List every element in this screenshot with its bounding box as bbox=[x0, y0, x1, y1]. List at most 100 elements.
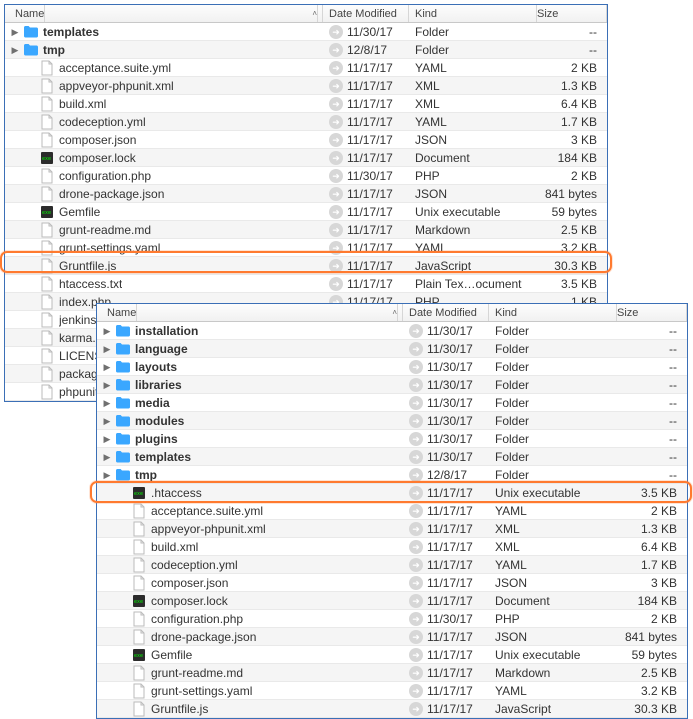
file-row[interactable]: codeception.yml➜11/17/17YAML1.7 KB bbox=[5, 113, 607, 131]
file-row[interactable]: ▶layouts➜11/30/17Folder-- bbox=[97, 358, 687, 376]
name-cell: configuration.php bbox=[5, 167, 323, 185]
file-row[interactable]: grunt-settings.yaml➜11/17/17YAML3.2 KB bbox=[5, 239, 607, 257]
file-icon bbox=[39, 276, 55, 292]
size-cell: 1.3 KB bbox=[537, 77, 607, 95]
date-text: 11/17/17 bbox=[347, 131, 393, 149]
file-row[interactable]: configuration.php➜11/30/17PHP2 KB bbox=[5, 167, 607, 185]
file-row[interactable]: ▶libraries➜11/30/17Folder-- bbox=[97, 376, 687, 394]
column-header-kind[interactable]: Kind bbox=[409, 5, 537, 22]
folder-icon bbox=[115, 449, 131, 465]
file-name: composer.lock bbox=[59, 149, 136, 167]
file-row[interactable]: build.xml➜11/17/17XML6.4 KB bbox=[97, 538, 687, 556]
file-name: Gemfile bbox=[151, 646, 192, 664]
kind-cell: Folder bbox=[489, 340, 617, 358]
size-cell: 841 bytes bbox=[537, 185, 607, 203]
file-row[interactable]: configuration.php➜11/30/17PHP2 KB bbox=[97, 610, 687, 628]
size-cell: -- bbox=[617, 394, 687, 412]
file-panel-bottom: Name ˄ Date Modified Kind Size ▶installa… bbox=[96, 303, 688, 719]
kind-cell: Document bbox=[409, 149, 537, 167]
disclosure-triangle-icon[interactable]: ▶ bbox=[5, 41, 23, 59]
column-header-date[interactable]: Date Modified bbox=[403, 304, 489, 321]
sync-arrow-icon: ➜ bbox=[409, 684, 423, 698]
file-row[interactable]: grunt-readme.md➜11/17/17Markdown2.5 KB bbox=[97, 664, 687, 682]
file-row[interactable]: ▶tmp➜12/8/17Folder-- bbox=[97, 466, 687, 484]
sync-arrow-icon: ➜ bbox=[409, 666, 423, 680]
name-cell: acceptance.suite.yml bbox=[97, 502, 403, 520]
file-name: language bbox=[135, 340, 188, 358]
kind-cell: Unix executable bbox=[489, 646, 617, 664]
file-row[interactable]: codeception.yml➜11/17/17YAML1.7 KB bbox=[97, 556, 687, 574]
file-row[interactable]: appveyor-phpunit.xml➜11/17/17XML1.3 KB bbox=[5, 77, 607, 95]
column-header-kind[interactable]: Kind bbox=[489, 304, 617, 321]
disclosure-triangle-icon[interactable]: ▶ bbox=[97, 448, 115, 466]
file-row[interactable]: exe.htaccess➜11/17/17Unix executable3.5 … bbox=[97, 484, 687, 502]
date-text: 11/17/17 bbox=[427, 628, 473, 646]
sync-arrow-icon: ➜ bbox=[409, 594, 423, 608]
file-row[interactable]: ▶language➜11/30/17Folder-- bbox=[97, 340, 687, 358]
date-cell: ➜11/17/17 bbox=[403, 628, 489, 646]
file-row[interactable]: Gruntfile.js➜11/17/17JavaScript30.3 KB bbox=[5, 257, 607, 275]
column-header-name[interactable]: Name ˄ bbox=[5, 5, 323, 22]
file-row[interactable]: acceptance.suite.yml➜11/17/17YAML2 KB bbox=[5, 59, 607, 77]
file-icon bbox=[39, 78, 55, 94]
file-name: phpunit bbox=[59, 383, 98, 401]
name-cell: htaccess.txt bbox=[5, 275, 323, 293]
date-text: 11/17/17 bbox=[347, 221, 393, 239]
size-cell: 2 KB bbox=[617, 502, 687, 520]
sync-arrow-icon: ➜ bbox=[329, 61, 343, 75]
kind-cell: Folder bbox=[409, 41, 537, 59]
disclosure-triangle-icon[interactable]: ▶ bbox=[5, 23, 23, 41]
file-row[interactable]: grunt-readme.md➜11/17/17Markdown2.5 KB bbox=[5, 221, 607, 239]
disclosure-triangle-icon[interactable]: ▶ bbox=[97, 322, 115, 340]
file-row[interactable]: htaccess.txt➜11/17/17Plain Tex…ocument3.… bbox=[5, 275, 607, 293]
disclosure-triangle-icon[interactable]: ▶ bbox=[97, 376, 115, 394]
file-row[interactable]: acceptance.suite.yml➜11/17/17YAML2 KB bbox=[97, 502, 687, 520]
file-row[interactable]: composer.json➜11/17/17JSON3 KB bbox=[97, 574, 687, 592]
file-name: layouts bbox=[135, 358, 177, 376]
column-header-date[interactable]: Date Modified bbox=[323, 5, 409, 22]
disclosure-triangle-icon[interactable]: ▶ bbox=[97, 358, 115, 376]
file-row[interactable]: ▶media➜11/30/17Folder-- bbox=[97, 394, 687, 412]
file-row[interactable]: ▶modules➜11/30/17Folder-- bbox=[97, 412, 687, 430]
disclosure-triangle-icon[interactable]: ▶ bbox=[97, 394, 115, 412]
column-header-name[interactable]: Name ˄ bbox=[97, 304, 403, 321]
file-row[interactable]: ▶templates➜11/30/17Folder-- bbox=[97, 448, 687, 466]
file-row[interactable]: build.xml➜11/17/17XML6.4 KB bbox=[5, 95, 607, 113]
file-row[interactable]: execomposer.lock➜11/17/17Document184 KB bbox=[5, 149, 607, 167]
column-header-size[interactable]: Size bbox=[537, 5, 607, 22]
exec-icon: exe bbox=[39, 204, 55, 220]
file-name: acceptance.suite.yml bbox=[151, 502, 263, 520]
file-name: tmp bbox=[43, 41, 65, 59]
file-row[interactable]: grunt-settings.yaml➜11/17/17YAML3.2 KB bbox=[97, 682, 687, 700]
kind-cell: Folder bbox=[489, 466, 617, 484]
disclosure-triangle-icon[interactable]: ▶ bbox=[97, 466, 115, 484]
disclosure-triangle-icon[interactable]: ▶ bbox=[97, 340, 115, 358]
kind-cell: Folder bbox=[409, 23, 537, 41]
disclosure-triangle-icon[interactable]: ▶ bbox=[97, 412, 115, 430]
file-row[interactable]: ▶installation➜11/30/17Folder-- bbox=[97, 322, 687, 340]
file-row[interactable]: ▶tmp➜12/8/17Folder-- bbox=[5, 41, 607, 59]
file-row[interactable]: exeGemfile➜11/17/17Unix executable59 byt… bbox=[5, 203, 607, 221]
kind-cell: YAML bbox=[489, 502, 617, 520]
file-name: templates bbox=[43, 23, 99, 41]
file-row[interactable]: ▶templates➜11/30/17Folder-- bbox=[5, 23, 607, 41]
folder-icon bbox=[23, 24, 39, 40]
file-row[interactable]: drone-package.json➜11/17/17JSON841 bytes bbox=[97, 628, 687, 646]
disclosure-triangle-icon[interactable]: ▶ bbox=[97, 430, 115, 448]
date-cell: ➜11/30/17 bbox=[403, 322, 489, 340]
file-row[interactable]: composer.json➜11/17/17JSON3 KB bbox=[5, 131, 607, 149]
date-cell: ➜11/17/17 bbox=[323, 203, 409, 221]
file-row[interactable]: drone-package.json➜11/17/17JSON841 bytes bbox=[5, 185, 607, 203]
file-row[interactable]: Gruntfile.js➜11/17/17JavaScript30.3 KB bbox=[97, 700, 687, 718]
file-row[interactable]: ▶plugins➜11/30/17Folder-- bbox=[97, 430, 687, 448]
size-cell: -- bbox=[617, 412, 687, 430]
name-cell: grunt-readme.md bbox=[5, 221, 323, 239]
file-row[interactable]: exeGemfile➜11/17/17Unix executable59 byt… bbox=[97, 646, 687, 664]
sync-arrow-icon: ➜ bbox=[409, 648, 423, 662]
file-row[interactable]: appveyor-phpunit.xml➜11/17/17XML1.3 KB bbox=[97, 520, 687, 538]
date-cell: ➜11/30/17 bbox=[403, 358, 489, 376]
date-cell: ➜11/17/17 bbox=[403, 538, 489, 556]
column-header-size[interactable]: Size bbox=[617, 304, 687, 321]
name-cell: ▶tmp bbox=[97, 466, 403, 484]
file-row[interactable]: execomposer.lock➜11/17/17Document184 KB bbox=[97, 592, 687, 610]
